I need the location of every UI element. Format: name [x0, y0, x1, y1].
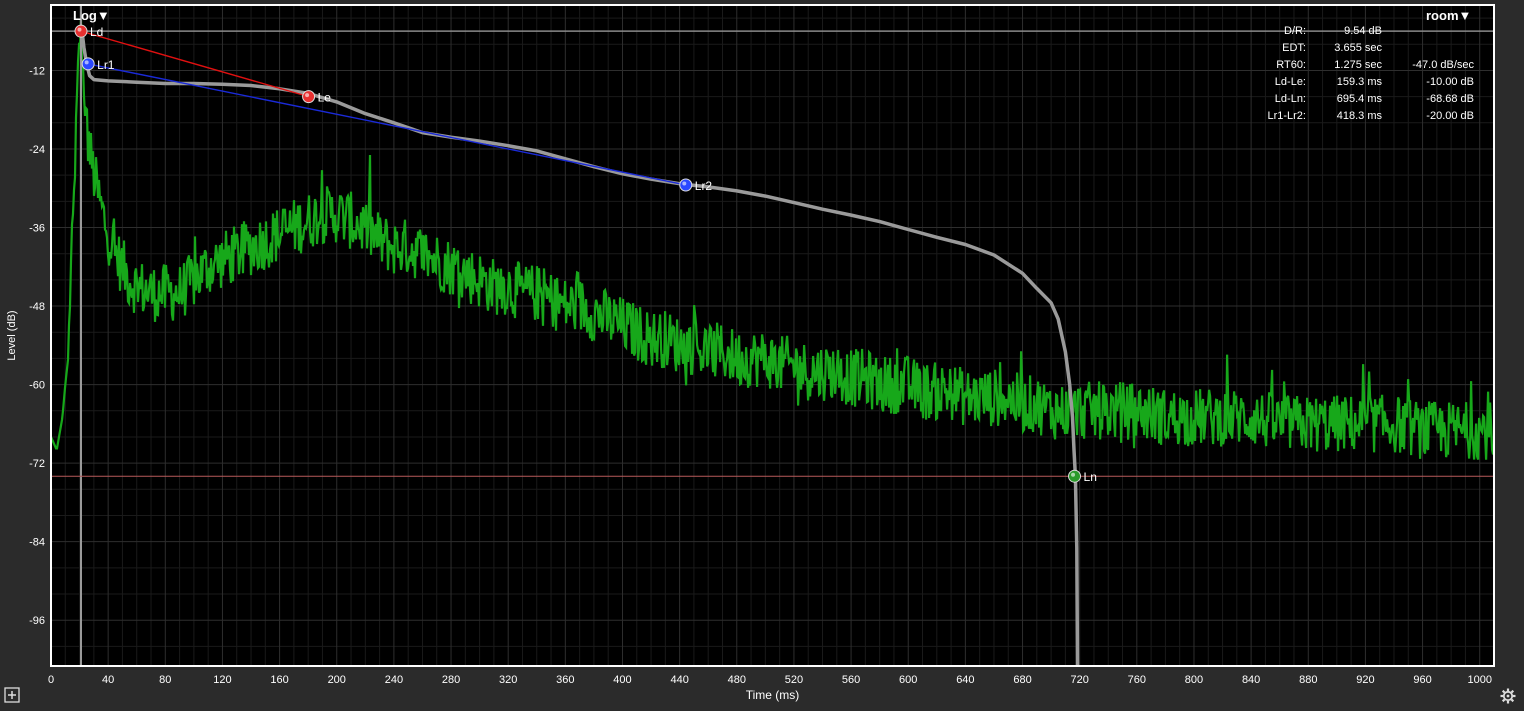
y-axis-label: Level (dB) — [6, 310, 18, 360]
x-tick-label: 200 — [328, 674, 346, 686]
y-tick-label: -12 — [29, 65, 45, 77]
x-tick-label: 880 — [1299, 674, 1317, 686]
x-tick-label: 920 — [1356, 674, 1374, 686]
x-tick-label: 360 — [556, 674, 574, 686]
x-tick-label: 520 — [785, 674, 803, 686]
x-tick-label: 480 — [728, 674, 746, 686]
stat-value-2: -20.00 dB — [1426, 110, 1474, 122]
plus-square-icon[interactable] — [4, 687, 20, 707]
marker-highlight — [77, 27, 82, 32]
marker-label: Lr1 — [97, 58, 115, 72]
stat-value-2: -47.0 dB/sec — [1412, 59, 1474, 71]
stat-value: 3.655 sec — [1334, 42, 1382, 54]
x-tick-label: 40 — [102, 674, 114, 686]
x-tick-label: 640 — [956, 674, 974, 686]
x-tick-label: 720 — [1070, 674, 1088, 686]
stat-value: 9.54 dB — [1344, 25, 1382, 37]
marker-ld[interactable]: Ld — [74, 24, 103, 39]
y-tick-label: -84 — [29, 537, 45, 549]
x-tick-label: 320 — [499, 674, 517, 686]
x-tick-label: 160 — [270, 674, 288, 686]
x-tick-label: 400 — [613, 674, 631, 686]
y-tick-label: -24 — [29, 144, 45, 156]
marker-dot — [81, 57, 95, 71]
x-tick-label: 800 — [1185, 674, 1203, 686]
stat-label: Lr1-Lr2: — [1267, 110, 1306, 122]
x-tick-label: 240 — [385, 674, 403, 686]
y-tick-label: -36 — [29, 223, 45, 235]
scale-menu[interactable]: Log▼ — [73, 8, 110, 23]
marker-label: Lr2 — [695, 179, 713, 193]
stat-value: 418.3 ms — [1336, 110, 1382, 122]
stats-panel: D/R: 9.54 dB EDT: 3.655 sec RT60: 1.275 sec -4… — [1220, 25, 1490, 135]
marker-le[interactable]: Le — [302, 90, 332, 105]
y-tick-label: -60 — [29, 380, 45, 392]
marker-dot — [1068, 469, 1082, 483]
marker-highlight — [682, 181, 687, 186]
x-tick-label: 80 — [159, 674, 171, 686]
y-tick-label: -96 — [29, 615, 45, 627]
x-tick-label: 760 — [1128, 674, 1146, 686]
stat-value: 1.275 sec — [1334, 59, 1382, 71]
marker-ln[interactable]: Ln — [1068, 469, 1097, 484]
view-menu[interactable]: room▼ — [1426, 8, 1471, 23]
marker-label: Ld — [90, 25, 103, 39]
marker-label: Le — [318, 91, 332, 105]
stat-label: EDT: — [1282, 42, 1306, 54]
x-tick-label: 440 — [670, 674, 688, 686]
stat-value: 695.4 ms — [1336, 93, 1382, 105]
x-tick-label: 840 — [1242, 674, 1260, 686]
x-tick-label: 0 — [48, 674, 54, 686]
x-tick-label: 960 — [1413, 674, 1431, 686]
stat-value-2: -68.68 dB — [1426, 93, 1474, 105]
marker-lr2[interactable]: Lr2 — [679, 178, 713, 193]
stat-value-2: -10.00 dB — [1426, 76, 1474, 88]
x-tick-label: 280 — [442, 674, 460, 686]
marker-label: Ln — [1084, 470, 1097, 484]
x-tick-label: 680 — [1013, 674, 1031, 686]
x-tick-label: 560 — [842, 674, 860, 686]
stat-label: RT60: — [1276, 59, 1306, 71]
marker-dot — [679, 178, 693, 192]
y-tick-label: -72 — [29, 458, 45, 470]
x-tick-label: 1000 — [1467, 674, 1491, 686]
x-axis-label: Time (ms) — [746, 688, 800, 702]
marker-highlight — [1071, 472, 1076, 477]
stat-label: D/R: — [1284, 25, 1306, 37]
stat-label: Ld-Le: — [1274, 76, 1306, 88]
marker-highlight — [84, 60, 89, 65]
marker-lr1[interactable]: Lr1 — [81, 57, 115, 72]
marker-dot — [302, 90, 316, 104]
gear-icon[interactable] — [1500, 688, 1516, 708]
x-tick-label: 600 — [899, 674, 917, 686]
stat-value: 159.3 ms — [1336, 76, 1382, 88]
x-tick-label: 120 — [213, 674, 231, 686]
stat-label: Ld-Ln: — [1274, 93, 1306, 105]
marker-dot — [74, 24, 88, 38]
marker-highlight — [305, 93, 310, 98]
y-tick-label: -48 — [29, 301, 45, 313]
